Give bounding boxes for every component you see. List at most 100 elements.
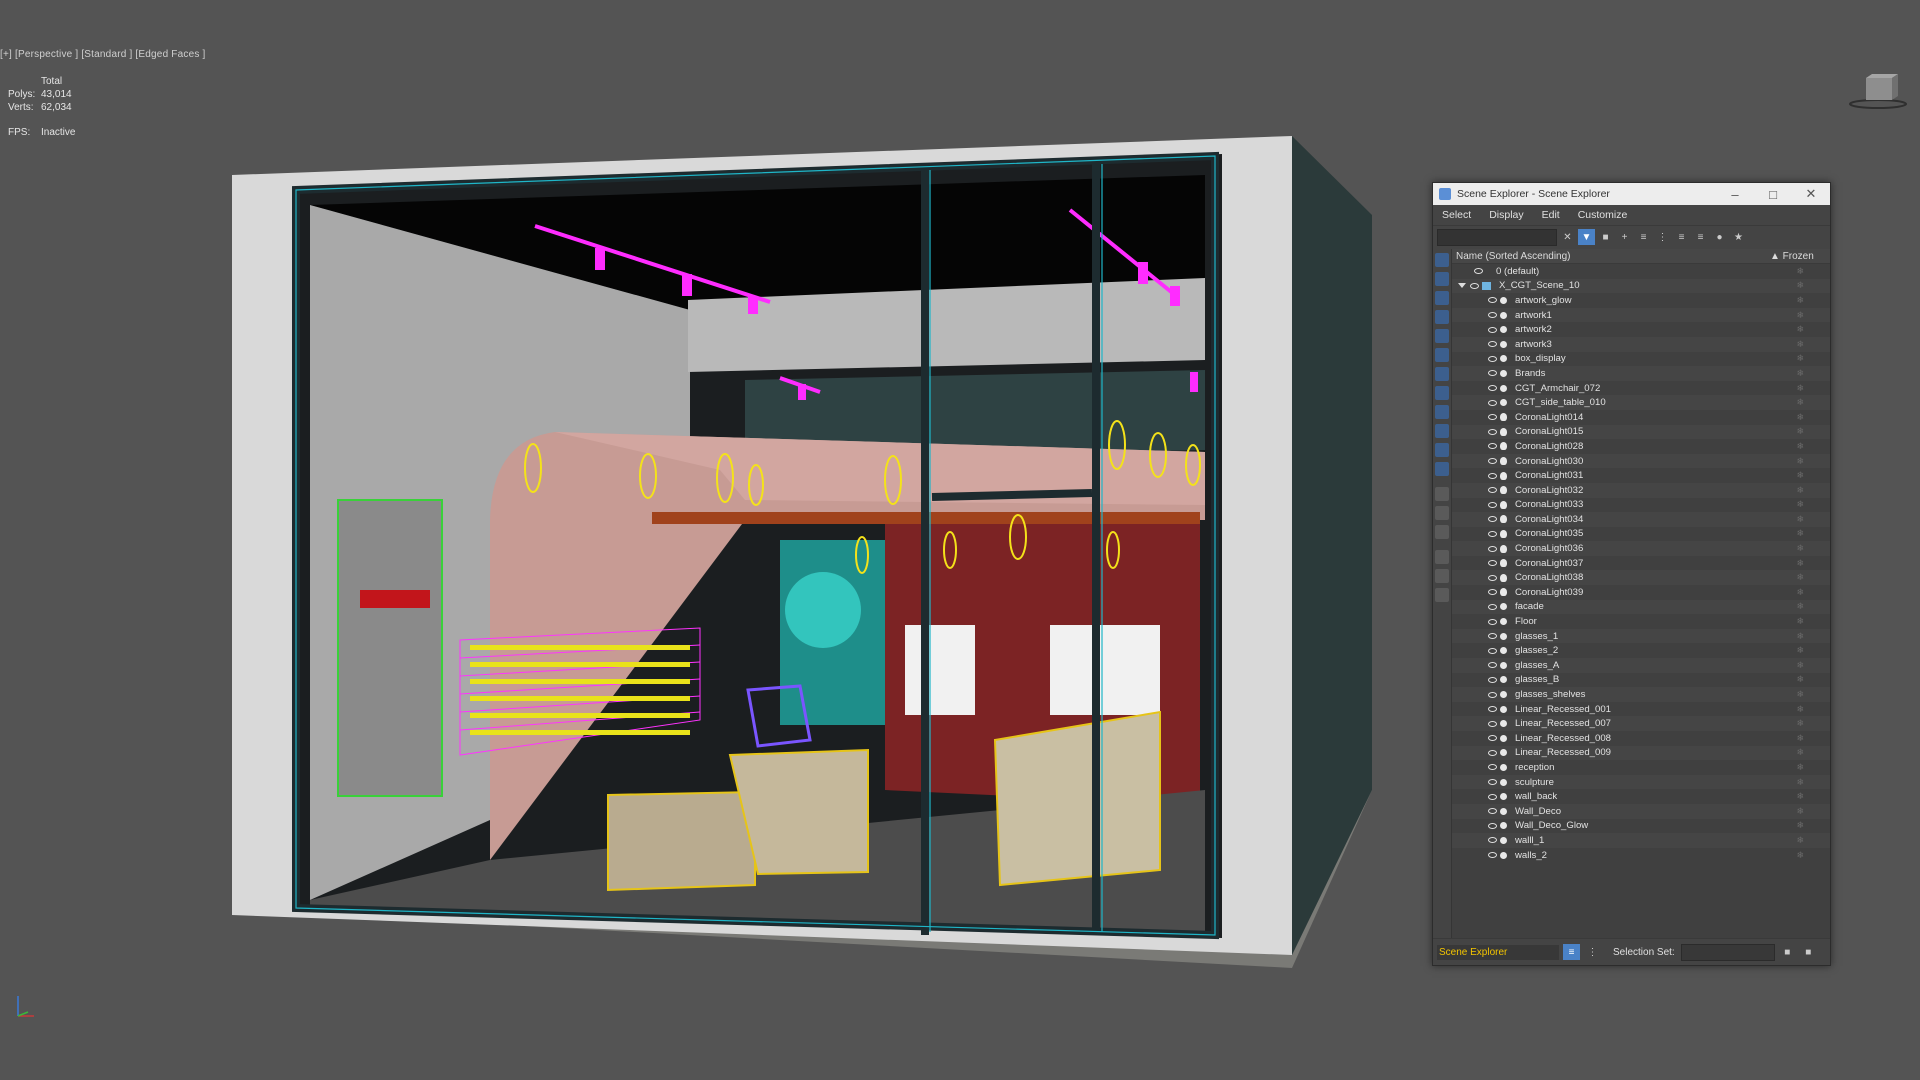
- list-item[interactable]: wall_back ❄: [1452, 789, 1830, 804]
- visibility-eye-icon[interactable]: [1488, 560, 1497, 567]
- geometry-icon[interactable]: [1435, 272, 1449, 286]
- freeze-icon[interactable]: ❄: [1796, 485, 1804, 496]
- list-item[interactable]: CoronaLight034 ❄: [1452, 512, 1830, 527]
- list-item[interactable]: CoronaLight038 ❄: [1452, 570, 1830, 586]
- list-item[interactable]: Linear_Recessed_007 ❄: [1452, 716, 1830, 731]
- filter-icon[interactable]: ▼: [1578, 229, 1595, 245]
- freeze-icon[interactable]: ❄: [1796, 820, 1804, 831]
- list-item-scene-layer[interactable]: X_CGT_Scene_10 ❄: [1452, 278, 1830, 294]
- freeze-icon[interactable]: ❄: [1796, 616, 1804, 627]
- freeze-icon[interactable]: ❄: [1796, 733, 1804, 744]
- explorer-selector[interactable]: Scene Explorer: [1437, 944, 1559, 960]
- visibility-eye-icon[interactable]: [1488, 662, 1497, 669]
- visibility-eye-icon[interactable]: [1488, 516, 1497, 523]
- visibility-eye-icon[interactable]: [1488, 341, 1497, 348]
- freeze-icon[interactable]: ❄: [1796, 718, 1804, 729]
- freeze-icon[interactable]: ❄: [1796, 572, 1804, 583]
- list-item[interactable]: glasses_2 ❄: [1452, 643, 1830, 658]
- space-warps-icon[interactable]: [1435, 348, 1449, 362]
- visibility-eye-icon[interactable]: [1488, 574, 1497, 581]
- freeze-icon[interactable]: ❄: [1796, 368, 1804, 379]
- list-item[interactable]: CoronaLight037 ❄: [1452, 556, 1830, 571]
- menu-select[interactable]: Select: [1433, 209, 1480, 221]
- freeze-icon[interactable]: ❄: [1796, 543, 1804, 554]
- minimize-icon[interactable]: –: [1716, 187, 1754, 202]
- list-item[interactable]: CoronaLight028 ❄: [1452, 439, 1830, 454]
- freeze-icon[interactable]: ❄: [1796, 587, 1804, 598]
- invert-icon[interactable]: [1435, 525, 1449, 539]
- freeze-icon[interactable]: ❄: [1796, 295, 1804, 306]
- display-all-icon[interactable]: [1435, 253, 1449, 267]
- freeze-icon[interactable]: ❄: [1796, 280, 1804, 291]
- freeze-icon[interactable]: ❄: [1796, 456, 1804, 467]
- hierarchy-mode-icon[interactable]: ⋮: [1584, 944, 1601, 960]
- visibility-eye-icon[interactable]: [1488, 735, 1497, 742]
- cameras-icon[interactable]: [1435, 310, 1449, 324]
- list-item[interactable]: artwork2 ❄: [1452, 322, 1830, 337]
- scene-explorer-list[interactable]: Name (Sorted Ascending) ▲ Frozen 0 (defa…: [1451, 249, 1830, 939]
- freeze-icon[interactable]: ❄: [1796, 528, 1804, 539]
- freeze-icon[interactable]: ❄: [1796, 747, 1804, 758]
- lock-icon[interactable]: ■: [1597, 229, 1614, 245]
- freeze-icon[interactable]: ❄: [1796, 353, 1804, 364]
- visibility-eye-icon[interactable]: [1488, 706, 1497, 713]
- freeze-icon[interactable]: ❄: [1796, 835, 1804, 846]
- list-item[interactable]: CoronaLight032 ❄: [1452, 482, 1830, 498]
- hidden-icon[interactable]: [1435, 462, 1449, 476]
- visibility-eye-icon[interactable]: [1488, 647, 1497, 654]
- visibility-eye-icon[interactable]: [1488, 618, 1497, 625]
- freeze-icon[interactable]: ❄: [1796, 426, 1804, 437]
- freeze-icon[interactable]: ❄: [1796, 762, 1804, 773]
- visibility-eye-icon[interactable]: [1488, 414, 1497, 421]
- xrefs-icon[interactable]: [1435, 386, 1449, 400]
- visibility-eye-icon[interactable]: [1488, 764, 1497, 771]
- add-layer-icon[interactable]: +: [1616, 229, 1633, 245]
- visibility-eye-icon[interactable]: [1488, 472, 1497, 479]
- layer-explorer-icon[interactable]: ≡: [1563, 944, 1580, 960]
- filter-toggle-icon[interactable]: [1435, 569, 1449, 583]
- expand-arrow-icon[interactable]: [1458, 283, 1466, 289]
- list-item[interactable]: CoronaLight033 ❄: [1452, 498, 1830, 513]
- list-item[interactable]: glasses_shelves ❄: [1452, 687, 1830, 702]
- visibility-eye-icon[interactable]: [1470, 282, 1479, 289]
- freeze-icon[interactable]: ❄: [1796, 674, 1804, 685]
- freeze-icon[interactable]: ❄: [1796, 266, 1804, 277]
- list-item[interactable]: Wall_Deco_Glow ❄: [1452, 819, 1830, 834]
- visibility-eye-icon[interactable]: [1488, 676, 1497, 683]
- menu-edit[interactable]: Edit: [1533, 209, 1569, 221]
- list-item[interactable]: CoronaLight031 ❄: [1452, 468, 1830, 483]
- merge-icon[interactable]: ≡: [1692, 229, 1709, 245]
- visibility-eye-icon[interactable]: [1488, 720, 1497, 727]
- list-item[interactable]: Wall_Deco ❄: [1452, 803, 1830, 819]
- visibility-eye-icon[interactable]: [1488, 326, 1497, 333]
- freeze-icon[interactable]: ❄: [1796, 631, 1804, 642]
- containers-icon[interactable]: [1435, 424, 1449, 438]
- list-item[interactable]: glasses_B ❄: [1452, 673, 1830, 688]
- visibility-eye-icon[interactable]: [1488, 633, 1497, 640]
- list-item[interactable]: glasses_1 ❄: [1452, 628, 1830, 644]
- frozen-icon[interactable]: [1435, 443, 1449, 457]
- all-icon[interactable]: [1435, 487, 1449, 501]
- list-item[interactable]: CoronaLight014 ❄: [1452, 410, 1830, 425]
- scene-explorer-window[interactable]: Scene Explorer - Scene Explorer – □ ✕ Se…: [1432, 182, 1831, 966]
- highlight-icon[interactable]: ●: [1711, 229, 1728, 245]
- list-item[interactable]: Brands ❄: [1452, 366, 1830, 381]
- list-item[interactable]: Linear_Recessed_009 ❄: [1452, 745, 1830, 761]
- list-item[interactable]: reception ❄: [1452, 760, 1830, 775]
- list-item[interactable]: CoronaLight030 ❄: [1452, 453, 1830, 469]
- visibility-eye-icon[interactable]: [1488, 779, 1497, 786]
- options-icon[interactable]: ★: [1730, 229, 1747, 245]
- visibility-eye-icon[interactable]: [1488, 399, 1497, 406]
- frozen-column-header[interactable]: ▲ Frozen: [1770, 251, 1830, 262]
- visibility-eye-icon[interactable]: [1488, 530, 1497, 537]
- visibility-eye-icon[interactable]: [1488, 385, 1497, 392]
- folder-icon[interactable]: [1435, 588, 1449, 602]
- list-item[interactable]: CoronaLight039 ❄: [1452, 585, 1830, 600]
- visibility-eye-icon[interactable]: [1488, 545, 1497, 552]
- list-item[interactable]: facade ❄: [1452, 599, 1830, 615]
- name-column-header[interactable]: Name (Sorted Ascending): [1452, 251, 1770, 262]
- visibility-eye-icon[interactable]: [1488, 297, 1497, 304]
- scene-explorer-titlebar[interactable]: Scene Explorer - Scene Explorer – □ ✕: [1433, 183, 1830, 205]
- visibility-eye-icon[interactable]: [1488, 589, 1497, 596]
- freeze-icon[interactable]: ❄: [1796, 777, 1804, 788]
